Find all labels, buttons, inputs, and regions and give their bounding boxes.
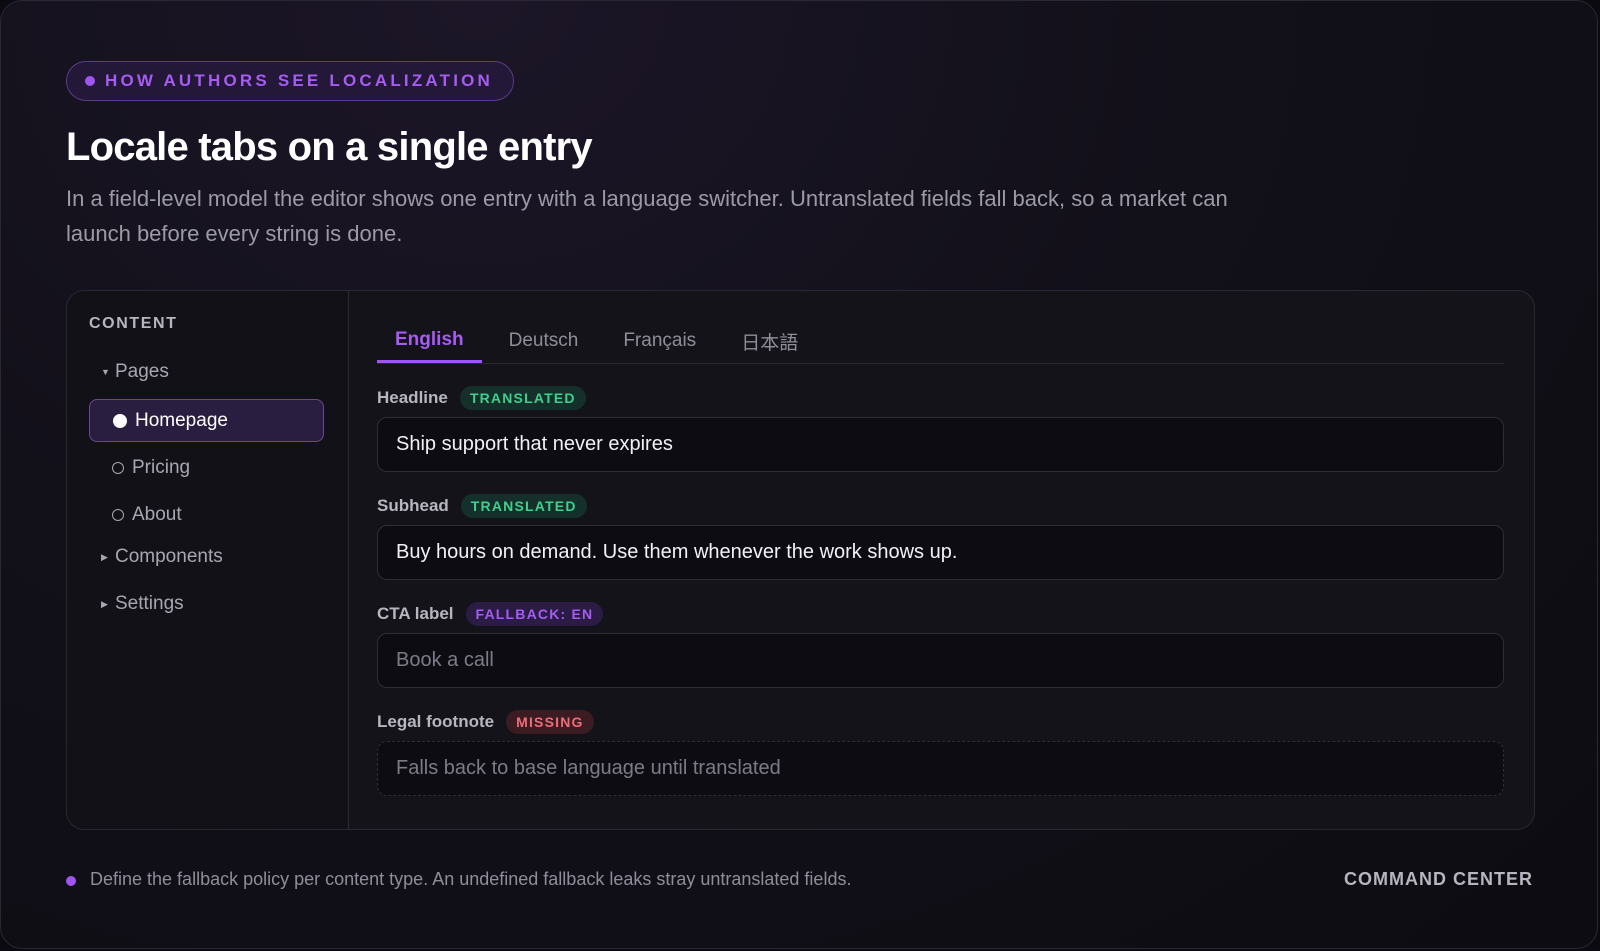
radio-empty-icon — [112, 461, 124, 474]
sidebar-item-label: About — [132, 503, 182, 525]
section-eyebrow-pill: HOW AUTHORS SEE LOCALIZATION — [66, 61, 515, 101]
legal-footnote-field[interactable]: Falls back to base language until transl… — [377, 741, 1504, 796]
eyebrow-dot-icon — [85, 76, 95, 86]
eyebrow-label: HOW AUTHORS SEE LOCALIZATION — [105, 71, 494, 90]
locale-tabs: English Deutsch Français 日本語 — [377, 319, 1504, 364]
sidebar-item-label: Pricing — [132, 456, 191, 478]
radio-empty-icon — [112, 508, 124, 521]
radio-filled-icon — [113, 413, 127, 428]
status-badge: TRANSLATED — [460, 494, 587, 518]
content-sidebar: CONTENT ▼ Pages Homepage Pricing About ▶… — [67, 291, 349, 829]
page-title: Locale tabs on a single entry — [66, 125, 593, 169]
sidebar-heading: CONTENT — [89, 315, 178, 332]
tree-group-label: Pages — [115, 361, 169, 382]
page-description: In a field-level model the editor shows … — [66, 186, 1228, 246]
tree-group-label: Settings — [115, 593, 184, 614]
sidebar-item-label: Homepage — [135, 409, 228, 431]
tree-group-label: Components — [115, 546, 223, 567]
footer-note: Define the fallback policy per content t… — [90, 869, 852, 889]
tree-group-components[interactable]: ▶ Components — [101, 546, 223, 568]
sidebar-item-pricing[interactable]: Pricing — [89, 446, 324, 489]
caret-right-icon: ▶ — [101, 598, 108, 609]
field-header-subhead: Subhead TRANSLATED — [377, 494, 587, 518]
field-label: CTA label — [377, 604, 454, 623]
entry-editor: English Deutsch Français 日本語 Headline TR… — [377, 291, 1504, 829]
field-header-legal: Legal footnote MISSING — [377, 710, 594, 734]
field-label: Headline — [377, 388, 448, 407]
tab-deutsch[interactable]: Deutsch — [491, 319, 597, 363]
tree-group-settings[interactable]: ▶ Settings — [101, 593, 184, 615]
subhead-field[interactable]: Buy hours on demand. Use them whenever t… — [377, 525, 1504, 580]
footer-bullet-icon — [66, 876, 76, 886]
field-header-headline: Headline TRANSLATED — [377, 386, 586, 410]
status-badge: FALLBACK: EN — [465, 602, 604, 626]
headline-field[interactable]: Ship support that never expires — [377, 417, 1504, 472]
tab-japanese[interactable]: 日本語 — [723, 319, 816, 363]
field-label: Legal footnote — [377, 712, 495, 731]
status-badge: MISSING — [506, 710, 594, 734]
tree-group-pages[interactable]: ▼ Pages — [101, 361, 169, 383]
slide-frame: HOW AUTHORS SEE LOCALIZATION Locale tabs… — [0, 0, 1598, 949]
sidebar-item-homepage[interactable]: Homepage — [89, 399, 324, 442]
tab-english[interactable]: English — [377, 319, 482, 363]
tab-francais[interactable]: Français — [605, 319, 714, 363]
cms-editor-panel: CONTENT ▼ Pages Homepage Pricing About ▶… — [66, 290, 1535, 830]
field-label: Subhead — [377, 496, 449, 515]
field-header-cta: CTA label FALLBACK: EN — [377, 602, 604, 626]
status-badge: TRANSLATED — [459, 386, 586, 410]
caret-right-icon: ▶ — [101, 551, 108, 562]
caret-down-icon: ▼ — [101, 367, 110, 377]
brand-label: COMMAND CENTER — [1344, 869, 1533, 889]
cta-label-field[interactable]: Book a call — [377, 633, 1504, 688]
sidebar-item-about[interactable]: About — [89, 493, 324, 536]
